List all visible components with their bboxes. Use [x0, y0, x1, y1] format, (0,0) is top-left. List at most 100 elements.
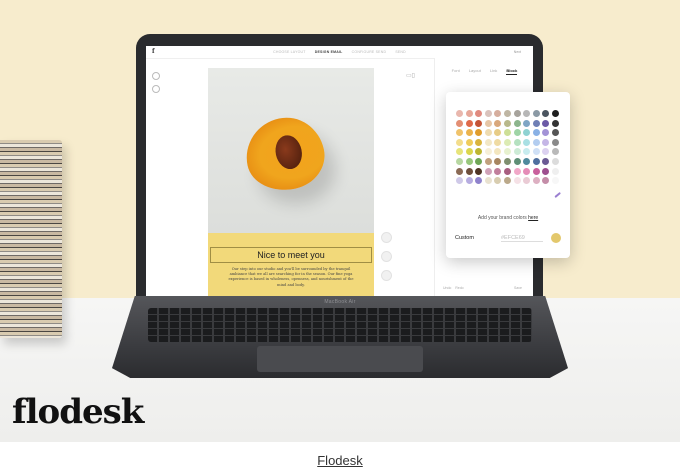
delete-block-icon[interactable] — [381, 270, 392, 281]
color-swatch[interactable] — [552, 138, 559, 146]
color-swatch[interactable] — [542, 158, 550, 165]
color-swatch[interactable] — [465, 148, 473, 156]
color-swatch[interactable] — [532, 167, 540, 175]
color-swatch[interactable] — [456, 148, 463, 156]
custom-color-swatch[interactable] — [551, 233, 561, 243]
color-swatch[interactable] — [513, 148, 521, 156]
color-swatch[interactable] — [523, 167, 531, 175]
tab-link[interactable]: Link — [490, 68, 497, 73]
color-swatch[interactable] — [523, 110, 531, 117]
color-swatch[interactable] — [523, 119, 531, 127]
headline-text[interactable]: Nice to meet you — [210, 247, 372, 263]
step-configure-send[interactable]: CONFIGURE SEND — [352, 50, 387, 54]
color-swatch[interactable] — [494, 110, 502, 117]
color-swatch[interactable] — [484, 167, 492, 175]
body-copy-text[interactable]: Our step into our studio and you'll be s… — [228, 267, 354, 288]
color-swatch[interactable] — [465, 119, 473, 127]
color-swatch[interactable] — [504, 148, 511, 156]
undo-button[interactable]: Undo — [443, 286, 451, 290]
heart-icon[interactable] — [152, 85, 160, 93]
color-swatch[interactable] — [465, 158, 473, 165]
color-swatch[interactable] — [513, 138, 521, 146]
color-swatch[interactable] — [552, 167, 559, 175]
color-swatch[interactable] — [552, 119, 559, 127]
device-preview-toggle[interactable]: ▭▯ — [406, 72, 415, 79]
color-swatch[interactable] — [456, 167, 463, 175]
color-swatch[interactable] — [494, 158, 502, 165]
color-swatch[interactable] — [475, 119, 483, 127]
color-swatch[interactable] — [523, 129, 531, 137]
color-swatch[interactable] — [456, 158, 463, 165]
color-swatch[interactable] — [494, 148, 502, 156]
color-swatch[interactable] — [456, 119, 463, 127]
color-swatch[interactable] — [504, 177, 511, 185]
color-swatch[interactable] — [513, 119, 521, 127]
color-swatch[interactable] — [484, 138, 492, 146]
color-swatch[interactable] — [475, 110, 483, 117]
color-swatch[interactable] — [552, 129, 559, 137]
step-send[interactable]: SEND — [395, 50, 406, 54]
color-swatch[interactable] — [475, 177, 483, 185]
color-swatch[interactable] — [456, 129, 463, 137]
image-caption-link[interactable]: Flodesk — [0, 453, 680, 468]
color-swatch[interactable] — [484, 158, 492, 165]
color-swatch[interactable] — [494, 167, 502, 175]
color-swatch[interactable] — [504, 129, 511, 137]
save-button[interactable]: Save — [514, 286, 522, 290]
color-swatch[interactable] — [552, 158, 559, 165]
color-swatch[interactable] — [475, 138, 483, 146]
color-swatch[interactable] — [504, 138, 511, 146]
color-swatch[interactable] — [484, 129, 492, 137]
color-swatch[interactable] — [542, 119, 550, 127]
color-swatch[interactable] — [475, 148, 483, 156]
color-swatch[interactable] — [475, 167, 483, 175]
color-swatch[interactable] — [494, 138, 502, 146]
color-swatch[interactable] — [552, 177, 559, 185]
peach-image[interactable] — [208, 68, 374, 233]
color-swatch[interactable] — [513, 110, 521, 117]
color-swatch[interactable] — [532, 158, 540, 165]
color-swatch[interactable] — [465, 177, 473, 185]
color-swatch[interactable] — [494, 177, 502, 185]
color-swatch[interactable] — [484, 177, 492, 185]
step-design-email[interactable]: DESIGN EMAIL — [315, 50, 343, 54]
color-swatch[interactable] — [465, 129, 473, 137]
color-swatch[interactable] — [532, 148, 540, 156]
color-swatch[interactable] — [542, 110, 550, 117]
color-swatch[interactable] — [542, 148, 550, 156]
color-swatch[interactable] — [542, 167, 550, 175]
duplicate-block-icon[interactable] — [381, 251, 392, 262]
color-swatch[interactable] — [456, 110, 463, 117]
color-swatch[interactable] — [532, 177, 540, 185]
color-swatch[interactable] — [456, 177, 463, 185]
tab-font[interactable]: Font — [452, 68, 460, 73]
color-swatch[interactable] — [465, 167, 473, 175]
color-swatch[interactable] — [532, 129, 540, 137]
color-swatch[interactable] — [513, 167, 521, 175]
color-swatch[interactable] — [456, 138, 463, 146]
color-swatch[interactable] — [523, 138, 531, 146]
color-swatch[interactable] — [513, 129, 521, 137]
color-swatch[interactable] — [523, 158, 531, 165]
email-canvas[interactable]: Nice to meet you Our step into our studi… — [208, 68, 374, 296]
hex-input[interactable]: #EFCE69 — [501, 235, 543, 242]
redo-button[interactable]: Redo — [455, 286, 463, 290]
color-swatch[interactable] — [504, 119, 511, 127]
tab-block[interactable]: Block — [506, 68, 518, 75]
color-swatch[interactable] — [504, 167, 511, 175]
color-swatch[interactable] — [542, 138, 550, 146]
color-swatch[interactable] — [523, 177, 531, 185]
text-block[interactable]: Nice to meet you Our step into our studi… — [208, 233, 374, 296]
color-swatch[interactable] — [513, 158, 521, 165]
send-icon[interactable] — [152, 72, 160, 80]
color-swatch[interactable] — [475, 158, 483, 165]
color-swatch[interactable] — [513, 177, 521, 185]
next-button[interactable]: Next — [514, 50, 521, 54]
color-swatch[interactable] — [475, 129, 483, 137]
color-swatch[interactable] — [504, 158, 511, 165]
color-swatch[interactable] — [532, 110, 540, 117]
brand-colors-link[interactable]: here — [528, 215, 538, 221]
color-swatch[interactable] — [494, 129, 502, 137]
color-swatch[interactable] — [484, 148, 492, 156]
color-swatch[interactable] — [532, 119, 540, 127]
